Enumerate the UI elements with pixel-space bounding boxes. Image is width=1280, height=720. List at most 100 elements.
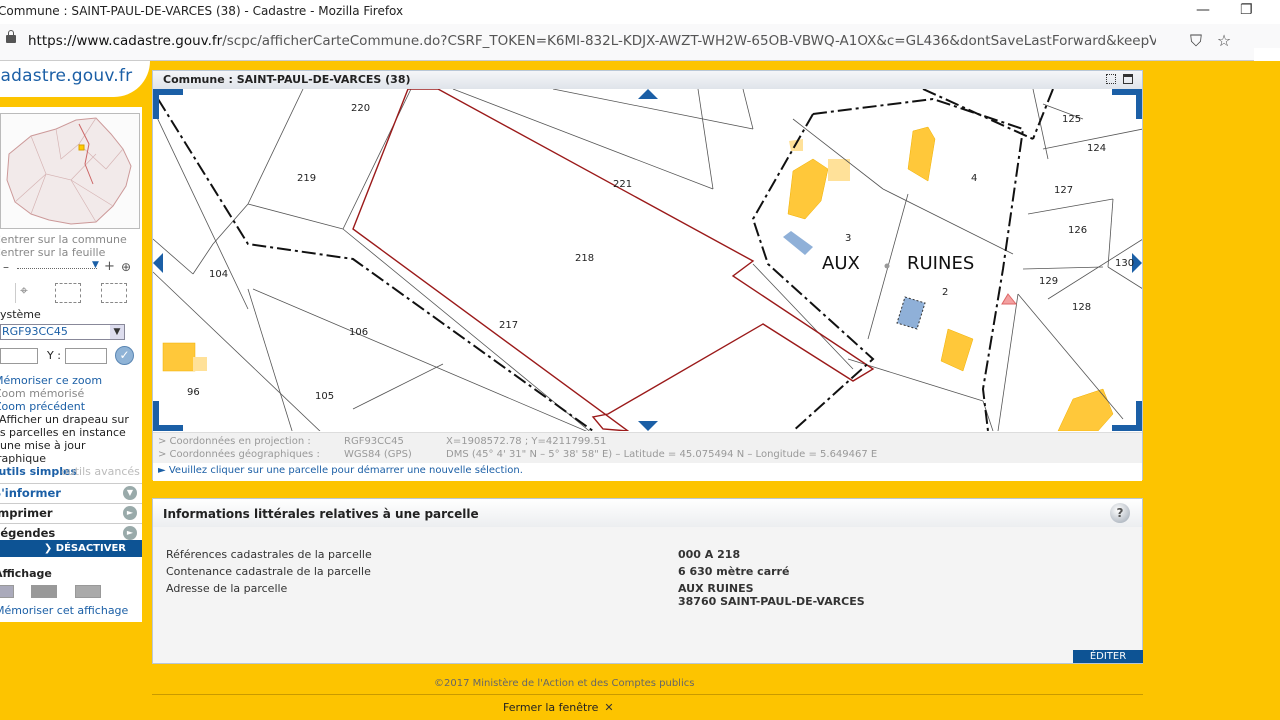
- bookmark-star-icon[interactable]: ☆: [1214, 31, 1234, 51]
- parcel-label[interactable]: 126: [1068, 225, 1087, 236]
- site-logo[interactable]: cadastre.gouv.fr: [0, 61, 150, 97]
- parcel-label[interactable]: 104: [209, 269, 228, 280]
- info-value-address-line2: 38760 SAINT-PAUL-DE-VARCES: [678, 595, 865, 608]
- close-window-link[interactable]: Fermer la fenêtre ✕: [503, 701, 614, 714]
- zoom-slider[interactable]: – ▼ + ⊕: [0, 259, 142, 275]
- window-titlebar: Commune : SAINT-PAUL-DE-VARCES (38) - Ca…: [0, 0, 1280, 24]
- map-point: [884, 263, 890, 269]
- footer-copyright: ©2017 Ministère de l'Action et des Compt…: [434, 678, 695, 689]
- previous-zoom-link[interactable]: Zoom précédent: [0, 400, 85, 413]
- display-mode-3[interactable]: [75, 585, 101, 598]
- pan-left-icon[interactable]: [153, 253, 163, 273]
- parcel-label[interactable]: 127: [1054, 185, 1073, 196]
- parcel-label[interactable]: 219: [297, 173, 316, 184]
- info-value: AUX RUINES: [678, 582, 754, 595]
- zoom-out-icon[interactable]: –: [3, 260, 9, 274]
- zoom-cursor-icon[interactable]: ▼: [92, 260, 99, 270]
- maximize-panel-icon[interactable]: [1123, 74, 1133, 84]
- address-bar[interactable]: https://www.cadastre.gouv.fr/scpc/affich…: [0, 24, 1280, 84]
- chevron-down-icon: ▼: [110, 325, 124, 339]
- display-panel: Affichage Mémoriser cet affichage: [0, 562, 142, 622]
- y-coordinate-input[interactable]: [65, 348, 107, 364]
- zoom-box-button[interactable]: [55, 283, 81, 303]
- pan-up-icon[interactable]: [638, 89, 658, 99]
- center-feuille-link[interactable]: Centrer sur la feuille: [0, 246, 105, 259]
- parcel-labels: 220 219 221 218 104 106 217 96 105 3 4 2…: [187, 103, 1134, 402]
- affichage-title: Affichage: [0, 567, 52, 580]
- minimize-icon[interactable]: —: [1196, 2, 1210, 18]
- display-mode-2[interactable]: [31, 585, 57, 598]
- place-name: RUINES: [907, 253, 974, 274]
- pool: [896, 296, 926, 330]
- map-panel-header: Commune : SAINT-PAUL-DE-VARCES (38): [153, 71, 1142, 90]
- info-label: Adresse de la parcelle: [166, 582, 288, 595]
- map-panel: Commune : SAINT-PAUL-DE-VARCES (38) 220 …: [152, 70, 1143, 481]
- deactivate-button[interactable]: ❯ DÉSACTIVER: [0, 540, 142, 557]
- tools-tabs: outils simples outils avancés: [0, 463, 142, 483]
- cadastral-map[interactable]: 220 219 221 218 104 106 217 96 105 3 4 2…: [153, 89, 1142, 431]
- parcel-label[interactable]: 96: [187, 387, 200, 398]
- parcel-label[interactable]: 130: [1115, 258, 1134, 269]
- systeme-label: Système: [0, 308, 41, 321]
- parcel-label[interactable]: 106: [349, 327, 368, 338]
- magnifier-icon[interactable]: ⊕: [121, 260, 131, 274]
- x-coordinate-input[interactable]: [0, 348, 38, 364]
- go-coordinates-button[interactable]: ✓: [115, 346, 134, 365]
- parcel-label[interactable]: 128: [1072, 302, 1091, 313]
- footer-divider: [152, 694, 1143, 695]
- parcel-label[interactable]: 4: [971, 173, 977, 184]
- survey-marker: [1001, 293, 1018, 305]
- overview-map[interactable]: [0, 113, 140, 229]
- memorize-display-link[interactable]: Mémoriser cet affichage: [0, 604, 128, 617]
- help-icon[interactable]: ?: [1110, 503, 1130, 523]
- center-crosshair-icon[interactable]: ⌖: [15, 283, 41, 303]
- coordinates-readout: > Coordonnées en projection : RGF93CC45 …: [153, 432, 1142, 463]
- pan-down-icon[interactable]: [638, 421, 658, 431]
- parcel-label[interactable]: 124: [1087, 143, 1106, 154]
- place-name-labels: AUX RUINES: [822, 253, 974, 274]
- y-label: Y :: [47, 349, 61, 362]
- map-canvas[interactable]: 220 219 221 218 104 106 217 96 105 3 4 2…: [153, 89, 1142, 431]
- parcel-label[interactable]: 105: [315, 391, 334, 402]
- pan-button[interactable]: [0, 283, 16, 303]
- arrow-right-icon: ►: [123, 526, 137, 540]
- restore-panel-icon[interactable]: [1106, 74, 1116, 84]
- coord-proj-value: X=1908572.78 ; Y=4211799.51: [446, 436, 607, 447]
- parcel-label[interactable]: 3: [845, 233, 851, 244]
- zoom-extent-button[interactable]: [101, 283, 127, 303]
- coord-geo-label: > Coordonnées géographiques :: [158, 449, 320, 460]
- close-icon[interactable]: ✕: [604, 701, 613, 714]
- projection-select[interactable]: RGF93CC45 ▼: [0, 324, 125, 340]
- selection-hint: ► Veuillez cliquer sur une parcelle pour…: [153, 463, 1142, 481]
- tab-advanced-tools[interactable]: outils avancés: [61, 465, 140, 478]
- lock-icon: [6, 30, 16, 43]
- coord-geo-value: DMS (45° 4' 31" N – 5° 38' 58" E) – Lati…: [446, 449, 878, 460]
- arrow-down-icon: ▼: [123, 486, 137, 500]
- edit-button[interactable]: ÉDITER: [1073, 650, 1143, 663]
- info-panel-header: Informations littérales relatives à une …: [153, 499, 1142, 527]
- url-text[interactable]: https://www.cadastre.gouv.fr/scpc/affich…: [28, 33, 1156, 49]
- parcel-lines: [153, 89, 1142, 431]
- parcel-label[interactable]: 217: [499, 320, 518, 331]
- map-panel-title: Commune : SAINT-PAUL-DE-VARCES (38): [163, 73, 411, 86]
- flag-option[interactable]: Afficher un drapeau sur les parcelles en…: [0, 413, 138, 465]
- memorize-zoom-link[interactable]: Mémoriser ce zoom: [0, 374, 102, 387]
- parcel-label[interactable]: 218: [575, 253, 594, 264]
- display-mode-1[interactable]: [0, 585, 14, 598]
- restore-icon[interactable]: ❐: [1240, 2, 1253, 18]
- map-frame-corners: [153, 89, 1142, 431]
- center-commune-link[interactable]: Centrer sur la commune: [0, 233, 127, 246]
- tool-inform[interactable]: S'informer▼: [0, 483, 142, 503]
- pocket-icon[interactable]: ⛉: [1186, 31, 1206, 51]
- parcel-label[interactable]: 2: [942, 287, 948, 298]
- parcel-label[interactable]: 221: [613, 179, 632, 190]
- info-label: Contenance cadastrale de la parcelle: [166, 565, 371, 578]
- zoom-memorized-link[interactable]: Zoom mémorisé: [0, 387, 84, 400]
- left-panel: Centrer sur la commune Centrer sur la fe…: [0, 107, 142, 621]
- tool-print[interactable]: Imprimer►: [0, 503, 142, 523]
- parcel-label[interactable]: 129: [1039, 276, 1058, 287]
- parcel-label[interactable]: 125: [1062, 114, 1081, 125]
- zoom-in-icon[interactable]: +: [104, 259, 115, 274]
- info-panel-title: Informations littérales relatives à une …: [163, 507, 479, 521]
- parcel-label[interactable]: 220: [351, 103, 370, 114]
